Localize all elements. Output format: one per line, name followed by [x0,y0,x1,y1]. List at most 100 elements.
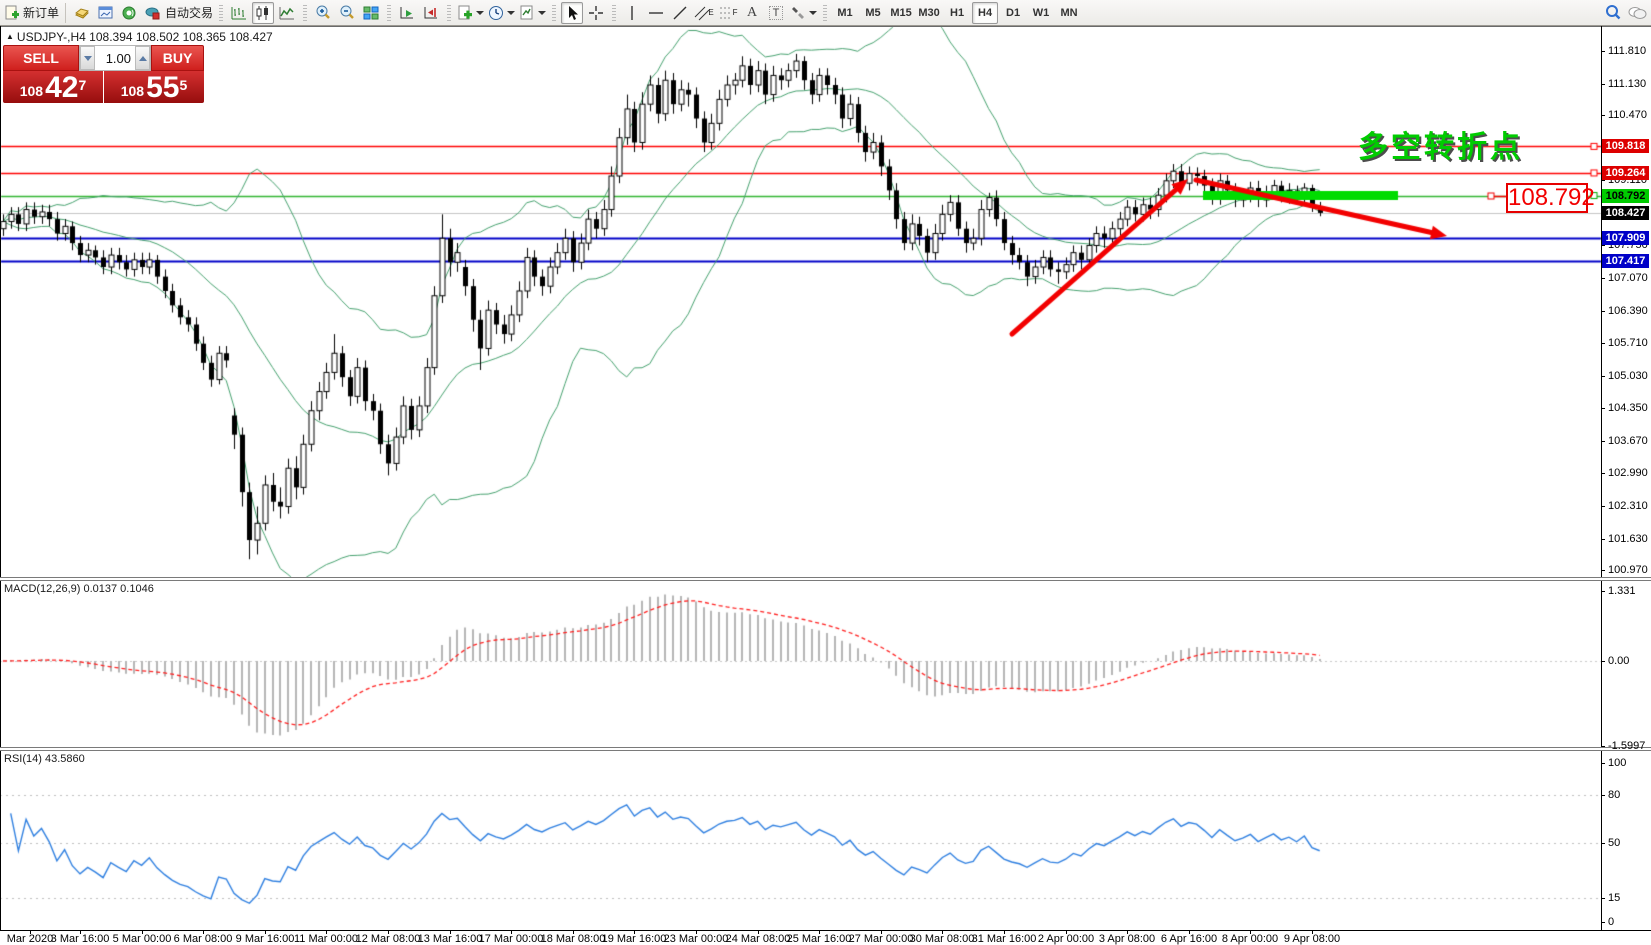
price-tick-mark [1601,570,1605,571]
symbol-ohlc-text: USDJPY-,H4 108.394 108.502 108.365 108.4… [17,30,273,44]
price-tick-label: 103.670 [1608,435,1648,447]
bar-chart-icon [230,5,248,21]
pane-separator-rsi[interactable] [0,747,1651,751]
time-tick-label: 6 Mar 08:00 [174,933,233,945]
price-tick-label: 106.390 [1608,305,1648,317]
bar-chart-button[interactable] [228,2,250,24]
pane-separator-macd[interactable] [0,577,1651,581]
candlestick-chart-icon [254,5,272,21]
search-button[interactable] [1602,2,1624,24]
price-tick-label: 102.310 [1608,500,1648,512]
price-level-tag: 108.427 [1602,206,1649,220]
timeframe-toolbar: M1M5M15M30H1H4D1W1MN [829,0,1085,26]
timeframe-button-h1[interactable]: H1 [944,2,970,24]
volume-value[interactable]: 1.00 [95,46,135,70]
tile-windows-button[interactable] [360,2,382,24]
macd-tick-mark [1601,661,1605,662]
time-tick-label: 31 Mar 16:00 [972,933,1037,945]
timeframe-button-h4[interactable]: H4 [972,2,998,24]
toolbar-handle [447,5,451,21]
macd-tick-label: 1.331 [1608,585,1636,597]
timeframe-button-mn[interactable]: MN [1056,2,1082,24]
zoom-out-button[interactable] [336,2,358,24]
big-price-label[interactable]: 108.792 [1506,183,1588,213]
new-order-button[interactable]: 新订单 [3,2,60,24]
time-tick-label: 19 Mar 16:00 [602,933,667,945]
text-button[interactable]: A [741,2,763,24]
tile-windows-icon [362,5,380,21]
auto-scroll-icon [398,5,416,21]
trendline-button[interactable] [669,2,691,24]
time-tick-label: 24 Mar 08:00 [726,933,791,945]
dropdown-caret [476,11,484,15]
vertical-line-button[interactable] [621,2,643,24]
price-tick-label: 111.810 [1608,45,1646,57]
buy-button[interactable]: BUY [151,45,204,71]
autotrading-button[interactable]: 自动交易 [143,2,214,24]
volume-increase-button[interactable] [135,46,150,70]
templates-icon [519,5,535,21]
rsi-tick-label: 100 [1608,757,1626,769]
time-tick-label: Mar 2020 [7,933,53,945]
toolbar-handle [612,5,616,21]
volume-decrease-button[interactable] [80,46,95,70]
timeframe-button-w1[interactable]: W1 [1028,2,1054,24]
channel-button[interactable]: E [693,2,715,24]
timeframe-button-d1[interactable]: D1 [1000,2,1026,24]
label-button[interactable]: T [765,2,787,24]
rsi-tick-mark [1601,898,1605,899]
navigator-icon [97,5,115,21]
navigator-button[interactable] [95,2,117,24]
price-tick-mark [1601,506,1605,507]
text-tool-icon: A [747,5,757,21]
buy-price-big: 55 [146,74,179,102]
price-tick-mark [1601,180,1605,181]
sell-quote[interactable]: 108427 [3,71,103,103]
channel-letter: E [708,8,713,17]
indicators-button[interactable] [456,2,485,24]
sell-button[interactable]: SELL [3,45,79,71]
dropdown-caret [507,11,515,15]
price-tick-label: 105.710 [1608,337,1648,349]
timeframe-button-m5[interactable]: M5 [860,2,886,24]
buy-quote[interactable]: 108555 [104,71,204,103]
fibonacci-button[interactable]: F [717,2,739,24]
chat-button[interactable] [1626,2,1648,24]
auto-scroll-button[interactable] [396,2,418,24]
toolbar-handle [823,5,827,21]
time-tick-label: 3 Apr 08:00 [1099,933,1155,945]
timeframe-button-m15[interactable]: M15 [888,2,914,24]
rsi-tick-mark [1601,843,1605,844]
zoom-in-button[interactable] [312,2,334,24]
macd-label: MACD(12,26,9) 0.0137 0.1046 [4,583,154,595]
one-click-trading-panel: SELL 1.00 BUY 108427 108555 [3,45,204,103]
search-icon [1604,4,1622,22]
market-watch-button[interactable] [71,2,93,24]
crosshair-button[interactable] [585,2,607,24]
horizontal-line-button[interactable] [645,2,667,24]
sound-button[interactable] [119,2,141,24]
candlestick-chart-button[interactable] [252,2,274,24]
cursor-button[interactable] [561,2,583,24]
periods-button[interactable] [487,2,516,24]
chart-left-border [0,26,1,930]
price-tick-mark [1601,115,1605,116]
arrows-button[interactable] [789,2,818,24]
chart-shift-button[interactable] [420,2,442,24]
price-tick-mark [1601,278,1605,279]
cursor-icon [565,5,579,21]
price-tick-mark [1601,408,1605,409]
timeframe-button-m30[interactable]: M30 [916,2,942,24]
price-tick-label: 105.030 [1608,370,1648,382]
buy-price-sup: 5 [179,68,187,102]
rsi-tick-mark [1601,922,1605,923]
sell-price-base: 108 [20,80,43,102]
zoom-out-icon [338,4,356,22]
line-chart-button[interactable] [276,2,298,24]
timeframe-button-m1[interactable]: M1 [832,2,858,24]
line-chart-icon [278,5,296,21]
price-tick-label: 111.130 [1608,78,1646,90]
sound-icon [121,5,139,21]
time-tick-label: 25 Mar 16:00 [787,933,852,945]
templates-button[interactable] [518,2,547,24]
